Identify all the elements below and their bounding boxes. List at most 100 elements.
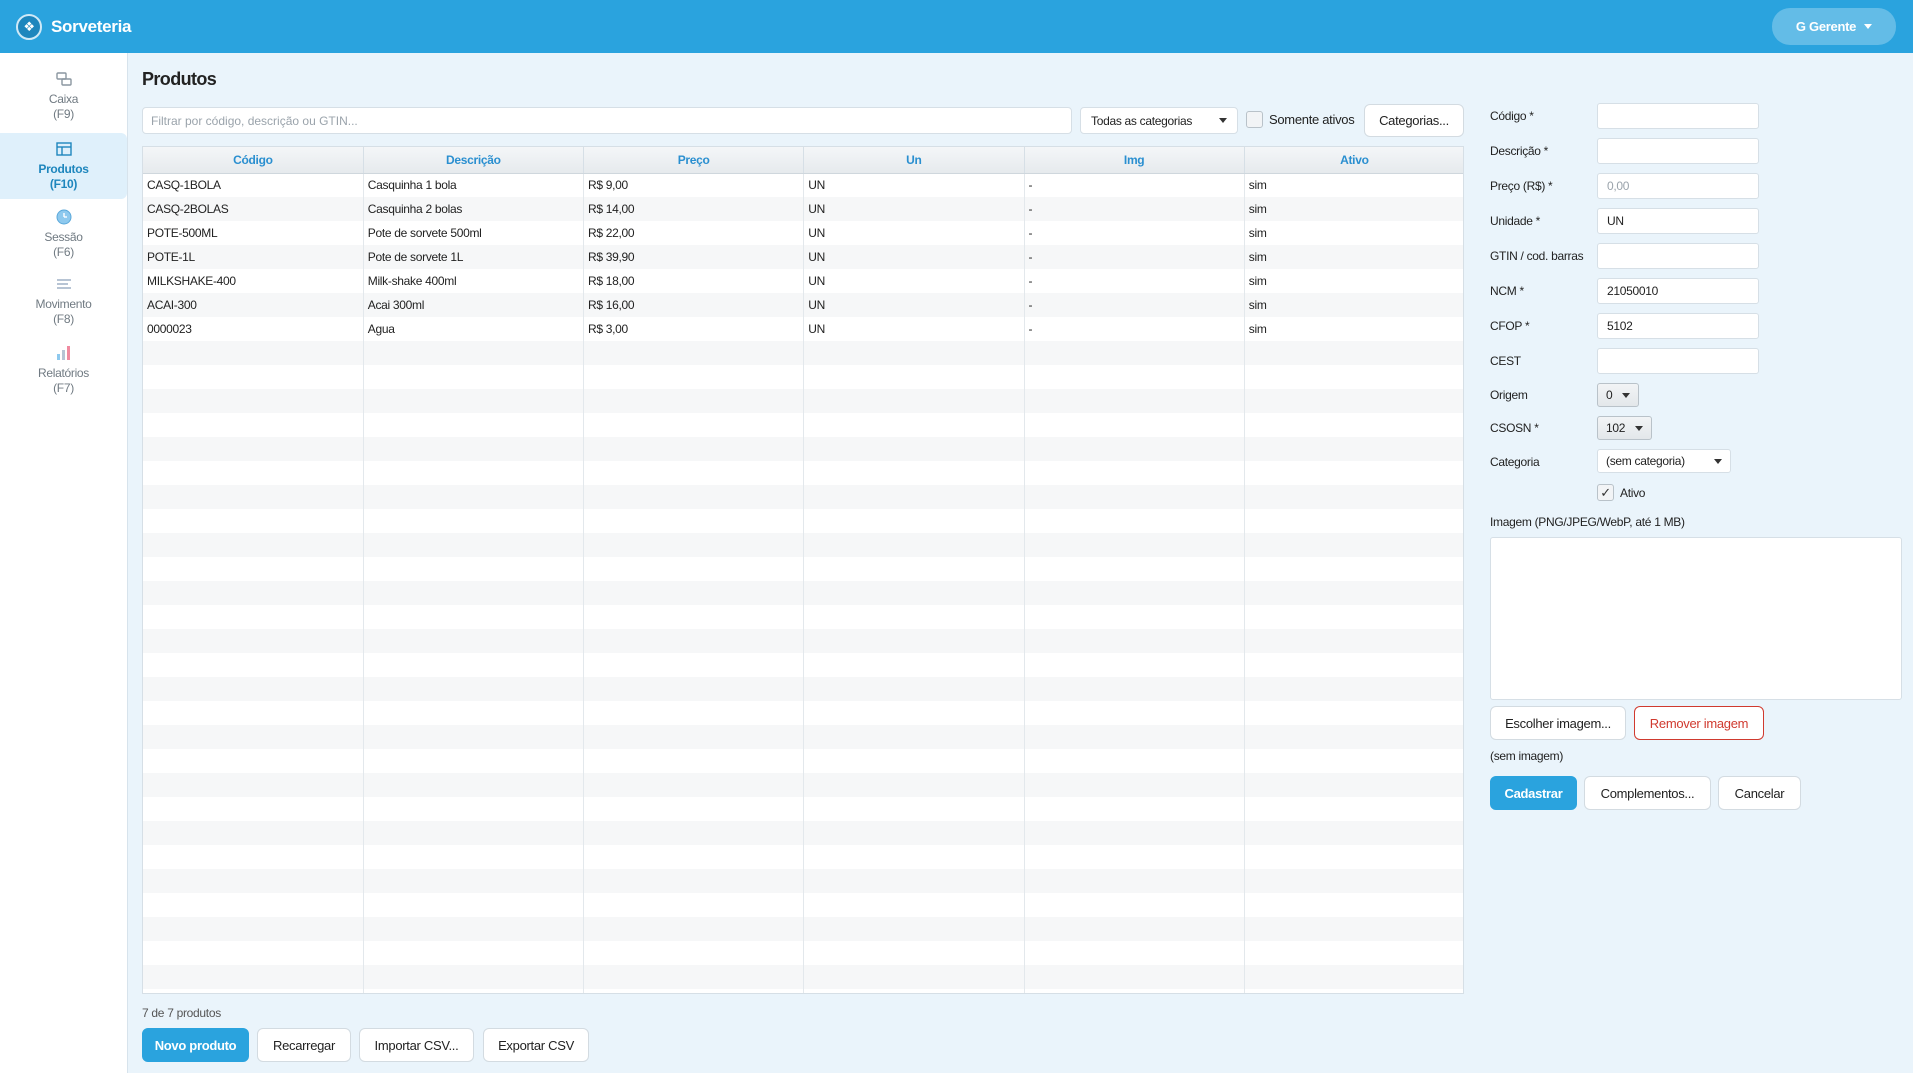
descricao-input[interactable] bbox=[1597, 138, 1759, 164]
empty-table-row bbox=[143, 845, 1463, 869]
cfop-input[interactable]: 5102 bbox=[1597, 313, 1759, 339]
choose-image-button[interactable]: Escolher imagem... bbox=[1490, 706, 1626, 740]
empty-cell bbox=[1024, 365, 1245, 389]
table-row[interactable]: CASQ-1BOLA Casquinha 1 bola R$ 9,00 UN -… bbox=[143, 173, 1463, 197]
table-row[interactable]: POTE-1L Pote de sorvete 1L R$ 39,90 UN -… bbox=[143, 245, 1463, 269]
import-csv-button[interactable]: Importar CSV... bbox=[359, 1028, 474, 1062]
empty-table-row bbox=[143, 725, 1463, 749]
sidebar-item-key: (F6) bbox=[53, 245, 74, 259]
empty-cell bbox=[363, 485, 585, 509]
empty-cell bbox=[363, 773, 585, 797]
column-header-codigo[interactable]: Código bbox=[143, 147, 364, 174]
empty-cell bbox=[1244, 677, 1463, 701]
cest-input[interactable] bbox=[1597, 348, 1759, 374]
empty-cell bbox=[583, 677, 805, 701]
ncm-input[interactable]: 21050010 bbox=[1597, 278, 1759, 304]
empty-cell bbox=[363, 341, 585, 365]
chevron-down-icon bbox=[1635, 425, 1644, 431]
empty-cell bbox=[583, 965, 805, 989]
sidebar-item-caixa[interactable]: Caixa (F9) bbox=[0, 63, 127, 129]
new-product-button[interactable]: Novo produto bbox=[142, 1028, 249, 1062]
empty-cell bbox=[363, 437, 585, 461]
empty-cell bbox=[803, 413, 1025, 437]
complements-button[interactable]: Complementos... bbox=[1584, 776, 1711, 810]
column-header-preco[interactable]: Preço bbox=[583, 147, 805, 174]
categoria-label: Categoria bbox=[1490, 455, 1540, 469]
cancel-button[interactable]: Cancelar bbox=[1718, 776, 1801, 810]
reload-button[interactable]: Recarregar bbox=[257, 1028, 351, 1062]
column-header-img[interactable]: Img bbox=[1024, 147, 1245, 174]
user-menu-button[interactable]: G Gerente bbox=[1772, 8, 1896, 45]
products-table: Código Descrição Preço Un Img Ativo CASQ… bbox=[142, 146, 1464, 994]
sidebar-item-label: Caixa bbox=[48, 92, 79, 106]
empty-cell bbox=[803, 845, 1025, 869]
empty-table-row bbox=[143, 389, 1463, 413]
csosn-value: 102 bbox=[1606, 421, 1626, 435]
column-header-ativo[interactable]: Ativo bbox=[1244, 147, 1463, 174]
empty-cell bbox=[363, 797, 585, 821]
sidebar-item-movimento[interactable]: Movimento (F8) bbox=[0, 268, 127, 334]
origem-select[interactable]: 0 bbox=[1597, 383, 1640, 407]
empty-cell bbox=[583, 413, 805, 437]
codigo-input[interactable] bbox=[1597, 103, 1759, 129]
csosn-select[interactable]: 102 bbox=[1597, 416, 1653, 440]
categories-button[interactable]: Categorias... bbox=[1364, 104, 1464, 137]
only-active-checkbox[interactable] bbox=[1246, 111, 1263, 128]
empty-cell bbox=[583, 725, 805, 749]
ativo-toggle[interactable]: ✓ Ativo bbox=[1597, 484, 1645, 501]
table-row[interactable]: 0000023 Agua R$ 3,00 UN - sim bbox=[143, 317, 1463, 341]
empty-cell bbox=[583, 605, 805, 629]
table-row[interactable]: CASQ-2BOLAS Casquinha 2 bolas R$ 14,00 U… bbox=[143, 197, 1463, 221]
filter-input[interactable] bbox=[142, 107, 1072, 134]
category-filter-select[interactable]: Todas as categorias bbox=[1080, 107, 1238, 134]
table-row[interactable]: POTE-500ML Pote de sorvete 500ml R$ 22,0… bbox=[143, 221, 1463, 245]
preco-input[interactable]: 0,00 bbox=[1597, 173, 1759, 199]
empty-cell bbox=[583, 821, 805, 845]
cell-un: UN bbox=[803, 197, 1025, 221]
sidebar-item-relatorios[interactable]: Relatórios (F7) bbox=[0, 337, 127, 403]
origem-label: Origem bbox=[1490, 388, 1528, 402]
empty-cell bbox=[363, 821, 585, 845]
cell-codigo: CASQ-2BOLAS bbox=[143, 197, 364, 221]
sidebar-item-sessao[interactable]: Sessão (F6) bbox=[0, 201, 127, 267]
ativo-checkbox[interactable]: ✓ bbox=[1597, 484, 1614, 501]
cell-un: UN bbox=[803, 317, 1025, 341]
unidade-input[interactable]: UN bbox=[1597, 208, 1759, 234]
empty-cell bbox=[1244, 989, 1463, 993]
empty-cell bbox=[363, 725, 585, 749]
gtin-input[interactable] bbox=[1597, 243, 1759, 269]
empty-cell bbox=[143, 677, 364, 701]
categoria-select[interactable]: (sem categoria) bbox=[1597, 449, 1731, 473]
empty-cell bbox=[803, 917, 1025, 941]
cell-img: - bbox=[1024, 245, 1245, 269]
empty-cell bbox=[803, 773, 1025, 797]
empty-cell bbox=[1024, 965, 1245, 989]
empty-cell bbox=[363, 461, 585, 485]
bar-chart-icon bbox=[54, 344, 74, 362]
empty-cell bbox=[583, 341, 805, 365]
ativo-label: Ativo bbox=[1620, 485, 1646, 500]
empty-table-row bbox=[143, 677, 1463, 701]
sidebar-item-produtos[interactable]: Produtos (F10) bbox=[0, 133, 127, 199]
empty-cell bbox=[143, 341, 364, 365]
origem-value: 0 bbox=[1606, 388, 1613, 402]
empty-cell bbox=[143, 389, 364, 413]
empty-cell bbox=[1244, 509, 1463, 533]
empty-table-row bbox=[143, 509, 1463, 533]
table-row[interactable]: ACAI-300 Acai 300ml R$ 16,00 UN - sim bbox=[143, 293, 1463, 317]
empty-cell bbox=[363, 509, 585, 533]
submit-button[interactable]: Cadastrar bbox=[1490, 776, 1577, 810]
table-row[interactable]: MILKSHAKE-400 Milk-shake 400ml R$ 18,00 … bbox=[143, 269, 1463, 293]
empty-cell bbox=[1244, 557, 1463, 581]
column-header-un[interactable]: Un bbox=[803, 147, 1025, 174]
empty-cell bbox=[803, 821, 1025, 845]
empty-cell bbox=[803, 461, 1025, 485]
empty-cell bbox=[1024, 485, 1245, 509]
remove-image-button[interactable]: Remover imagem bbox=[1634, 706, 1764, 740]
descricao-label: Descrição * bbox=[1490, 144, 1549, 158]
empty-cell bbox=[1244, 629, 1463, 653]
empty-cell bbox=[1024, 749, 1245, 773]
only-active-toggle[interactable]: Somente ativos bbox=[1246, 111, 1355, 128]
export-csv-button[interactable]: Exportar CSV bbox=[483, 1028, 589, 1062]
column-header-descricao[interactable]: Descrição bbox=[363, 147, 585, 174]
